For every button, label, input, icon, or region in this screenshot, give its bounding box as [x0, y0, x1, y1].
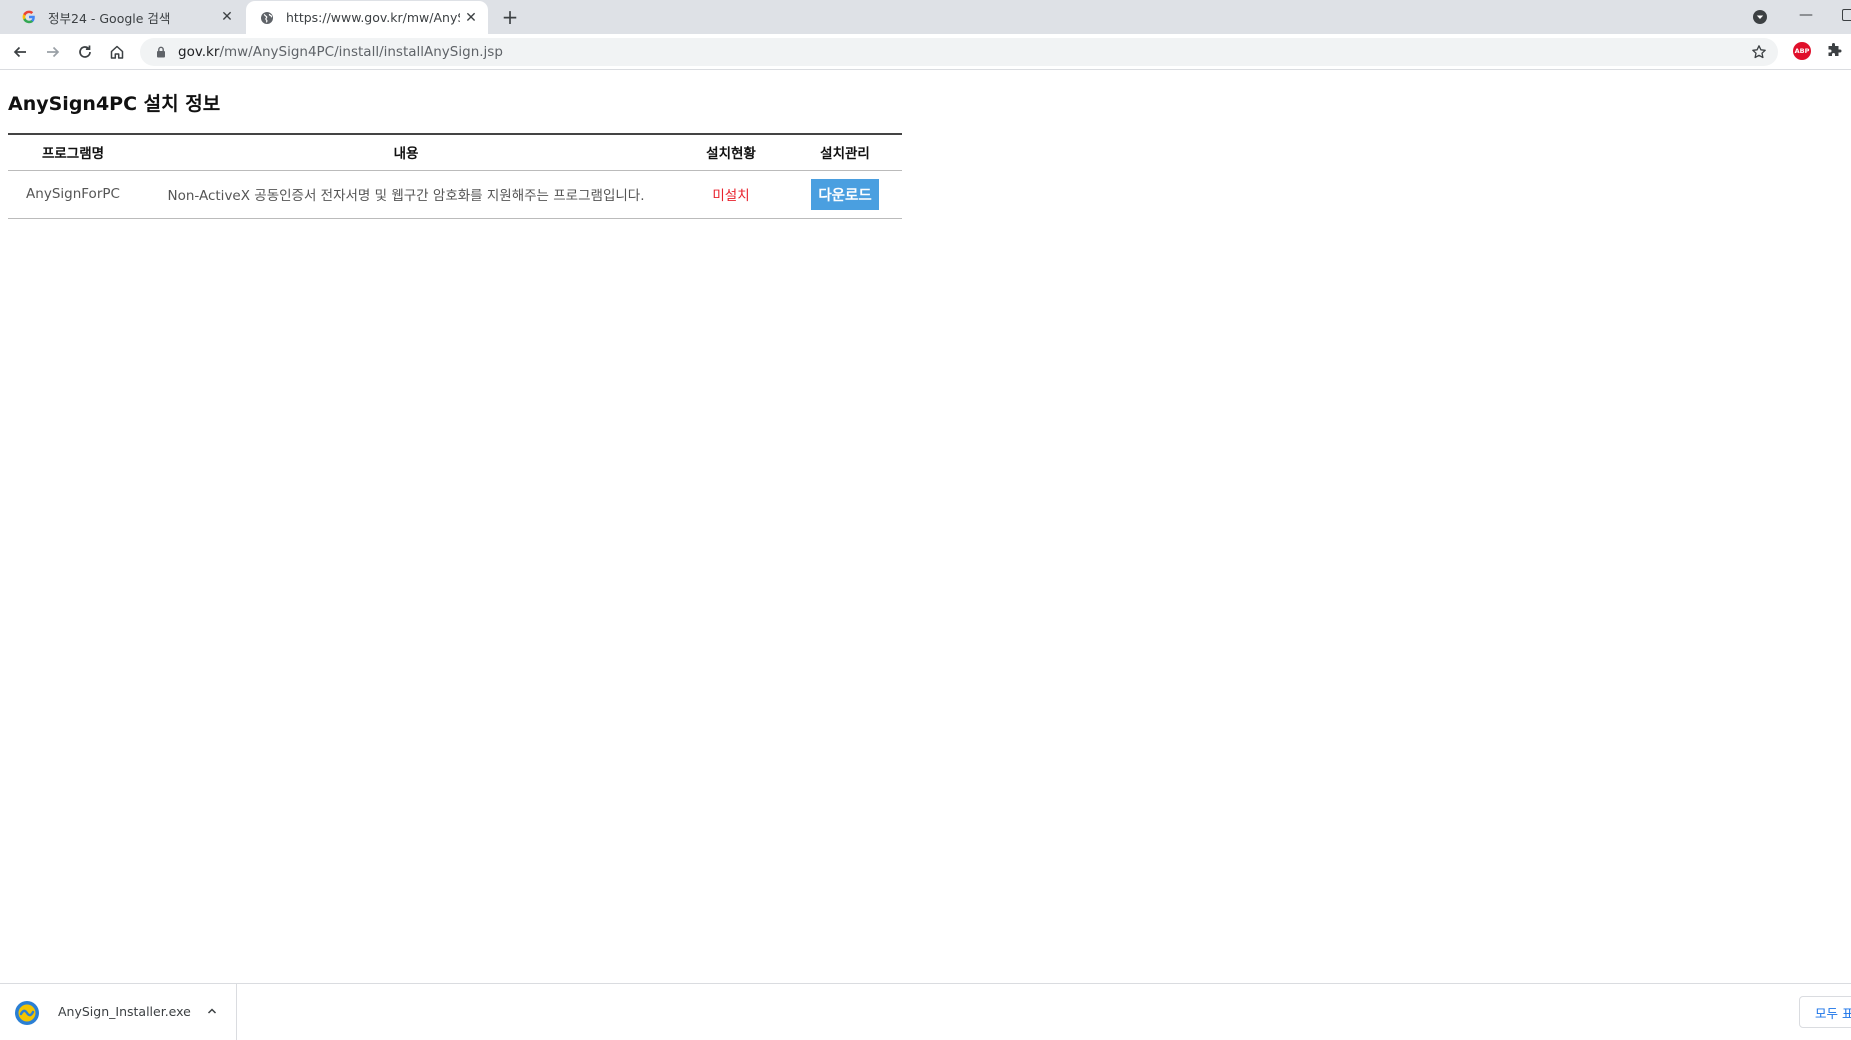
header-install-status: 설치현황 [706, 146, 756, 163]
back-arrow-icon[interactable] [8, 40, 32, 64]
close-icon[interactable]: ✕ [216, 6, 238, 28]
download-button[interactable]: 다운로드 [811, 178, 879, 210]
install-info-table: 프로그램명 내용 설치현황 설치관리 AnySignForPC Non-Acti… [8, 133, 902, 219]
tab-strip: 정부24 - Google 검색 ✕ https://www.gov.kr/mw… [0, 0, 1851, 34]
chevron-up-icon[interactable] [203, 1002, 221, 1020]
header-program-name: 프로그램명 [41, 146, 105, 163]
install-status-cell: 미설치 [712, 188, 750, 204]
maximize-icon[interactable] [1842, 9, 1851, 21]
browser-window: 정부24 - Google 검색 ✕ https://www.gov.kr/mw… [0, 0, 1851, 1040]
tab-title: https://www.gov.kr/mw/AnySign [286, 10, 460, 25]
header-install-manage: 설치관리 [820, 146, 870, 163]
tab-google-search[interactable]: 정부24 - Google 검색 ✕ [8, 0, 244, 34]
bookmark-star-icon[interactable] [1750, 43, 1768, 61]
google-g-icon [21, 9, 37, 25]
table-header-row: 프로그램명 내용 설치현황 설치관리 [8, 134, 902, 170]
forward-arrow-icon[interactable] [41, 40, 65, 64]
description-cell: Non-ActiveX 공동인증서 전자서명 및 웹구간 암호화를 지원해주는 … [167, 188, 645, 204]
show-all-downloads-button[interactable]: 모두 표 [1799, 996, 1851, 1028]
browser-toolbar: gov.kr/mw/AnySign4PC/install/installAnyS… [0, 34, 1851, 70]
lock-icon[interactable] [154, 45, 168, 59]
tab-anysign[interactable]: https://www.gov.kr/mw/AnySign ✕ [246, 1, 488, 34]
header-content: 내용 [393, 146, 419, 163]
url-text: gov.kr/mw/AnySign4PC/install/installAnyS… [178, 44, 503, 60]
address-bar[interactable]: gov.kr/mw/AnySign4PC/install/installAnyS… [140, 38, 1778, 66]
table-row: AnySignForPC Non-ActiveX 공동인증서 전자서명 및 웹구… [8, 170, 902, 218]
minimize-icon[interactable]: — [1795, 4, 1817, 26]
url-path: /mw/AnySign4PC/install/installAnySign.js… [219, 44, 503, 60]
tab-title: 정부24 - Google 검색 [48, 10, 171, 26]
url-host: gov.kr [178, 44, 220, 60]
adblock-plus-icon[interactable]: ABP [1793, 42, 1811, 60]
globe-icon [259, 10, 275, 26]
anysign-file-icon [14, 1000, 40, 1026]
page-content: AnySign4PC 설치 정보 프로그램명 내용 설치현황 설치관리 AnyS… [0, 71, 1851, 983]
page-title: AnySign4PC 설치 정보 [8, 93, 221, 115]
reload-icon[interactable] [73, 40, 97, 64]
home-icon[interactable] [105, 40, 129, 64]
close-icon[interactable]: ✕ [460, 7, 482, 29]
download-shelf: AnySign_Installer.exe 모두 표 [0, 983, 1851, 1040]
program-name-cell: AnySignForPC [26, 186, 120, 202]
download-file-name: AnySign_Installer.exe [58, 1004, 191, 1019]
tab-search-dropdown-icon[interactable] [1751, 8, 1769, 26]
download-item[interactable]: AnySign_Installer.exe [0, 984, 237, 1040]
extensions-puzzle-icon[interactable] [1824, 41, 1844, 61]
new-tab-button[interactable]: + [498, 5, 522, 29]
install-manage-cell: 다운로드 [788, 170, 902, 218]
